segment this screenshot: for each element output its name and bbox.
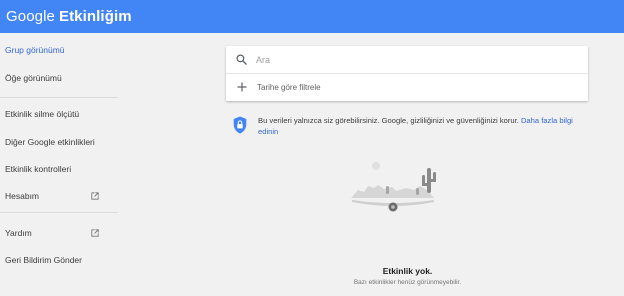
open-in-new-icon[interactable] [91,229,99,237]
privacy-notice: Bu verileri yalnızca siz görebilirsiniz.… [258,115,588,137]
sidebar-nav: Grup görünümü Öğe görünümü Etkinlik silm… [0,33,118,296]
sidebar-item-group-view[interactable]: Grup görünümü [5,45,65,55]
search-icon[interactable] [236,54,247,65]
sidebar-item-help[interactable]: Yardım [5,228,32,238]
sidebar-item-account[interactable]: Hesabım [5,191,39,201]
empty-state-subtitle: Bazı etkinlikler henüz görünmeyebilir. [353,279,462,286]
desert-cactus-illustration [351,162,436,212]
open-in-new-icon[interactable] [91,192,99,200]
sidebar-item-item-view[interactable]: Öğe görünümü [5,73,62,83]
search-row [226,46,588,73]
sidebar-item-activity-controls[interactable]: Etkinlik kontrolleri [5,164,71,174]
search-card: Tarihe göre filtrele [226,46,588,101]
app-header: Google Etkinliğim [0,0,624,33]
sidebar-item-delete-activity[interactable]: Etkinlik silme ölçütü [5,109,79,119]
sidebar-item-other-activity[interactable]: Diğer Google etkinlikleri [5,137,95,147]
empty-state-title: Etkinlik yok. [382,266,433,276]
date-filter-button[interactable]: Tarihe göre filtrele [226,74,588,101]
privacy-text: Bu verileri yalnızca siz görebilirsiniz.… [258,116,521,125]
sidebar-item-send-feedback[interactable]: Geri Bildirim Gönder [5,255,82,265]
shield-lock-icon [233,116,247,134]
plus-icon [237,82,247,92]
sidebar-divider [0,97,118,98]
date-filter-label: Tarihe göre filtrele [257,83,321,92]
sidebar-divider [0,212,118,213]
product-name: Etkinliğim [58,8,132,25]
search-input[interactable] [256,51,576,68]
app-logo[interactable]: Google Etkinliğim [6,8,132,25]
google-wordmark: Google [6,8,55,25]
